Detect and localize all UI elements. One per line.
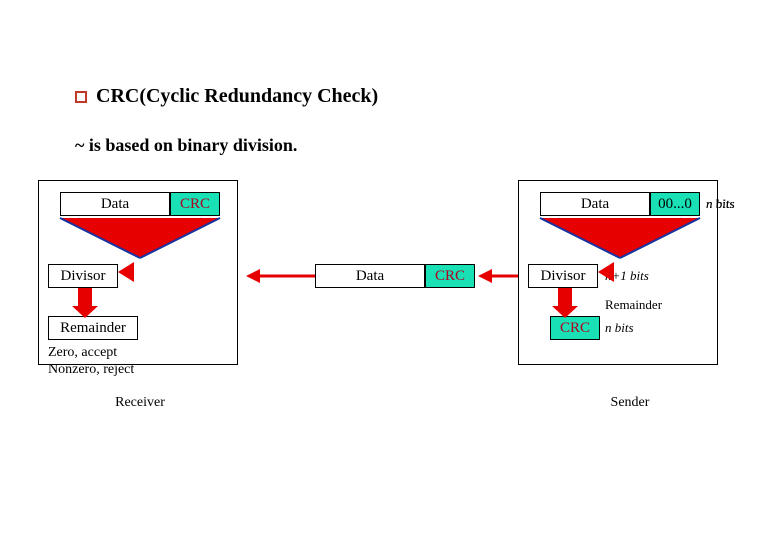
sender-crc-box: CRC	[550, 316, 600, 340]
title-row: CRC(Cyclic Redundancy Check)	[75, 85, 378, 108]
receiver-note1: Zero, accept	[48, 345, 178, 361]
title-text: CRC(Cyclic Redundancy Check)	[96, 85, 378, 107]
sender-zeros-box: 00...0	[650, 192, 700, 216]
sender-n1bits: n+1 bits	[605, 268, 649, 284]
sender-nbits-bottom: n bits	[605, 320, 634, 336]
receiver-remainder-box: Remainder	[48, 316, 138, 340]
arrow-left-2-icon	[246, 269, 260, 283]
sender-divisor-box: Divisor	[528, 264, 598, 288]
bullet-icon	[75, 91, 87, 103]
arrow-left-1-icon	[478, 269, 492, 283]
receiver-caption: Receiver	[90, 395, 190, 411]
receiver-divisor-box: Divisor	[48, 264, 118, 288]
sender-nbits-top-real: n bits	[706, 196, 735, 212]
receiver-data-box: Data	[60, 192, 170, 216]
transit-crc-box: CRC	[425, 264, 475, 288]
sender-data-box: Data	[540, 192, 650, 216]
transit-data-box: Data	[315, 264, 425, 288]
subtitle-text: ~ is based on binary division.	[75, 135, 297, 156]
receiver-note2: Nonzero, reject	[48, 362, 178, 378]
sender-caption: Sender	[580, 395, 680, 411]
receiver-crc-box: CRC	[170, 192, 220, 216]
sender-remainder-label: Remainder	[605, 297, 662, 313]
